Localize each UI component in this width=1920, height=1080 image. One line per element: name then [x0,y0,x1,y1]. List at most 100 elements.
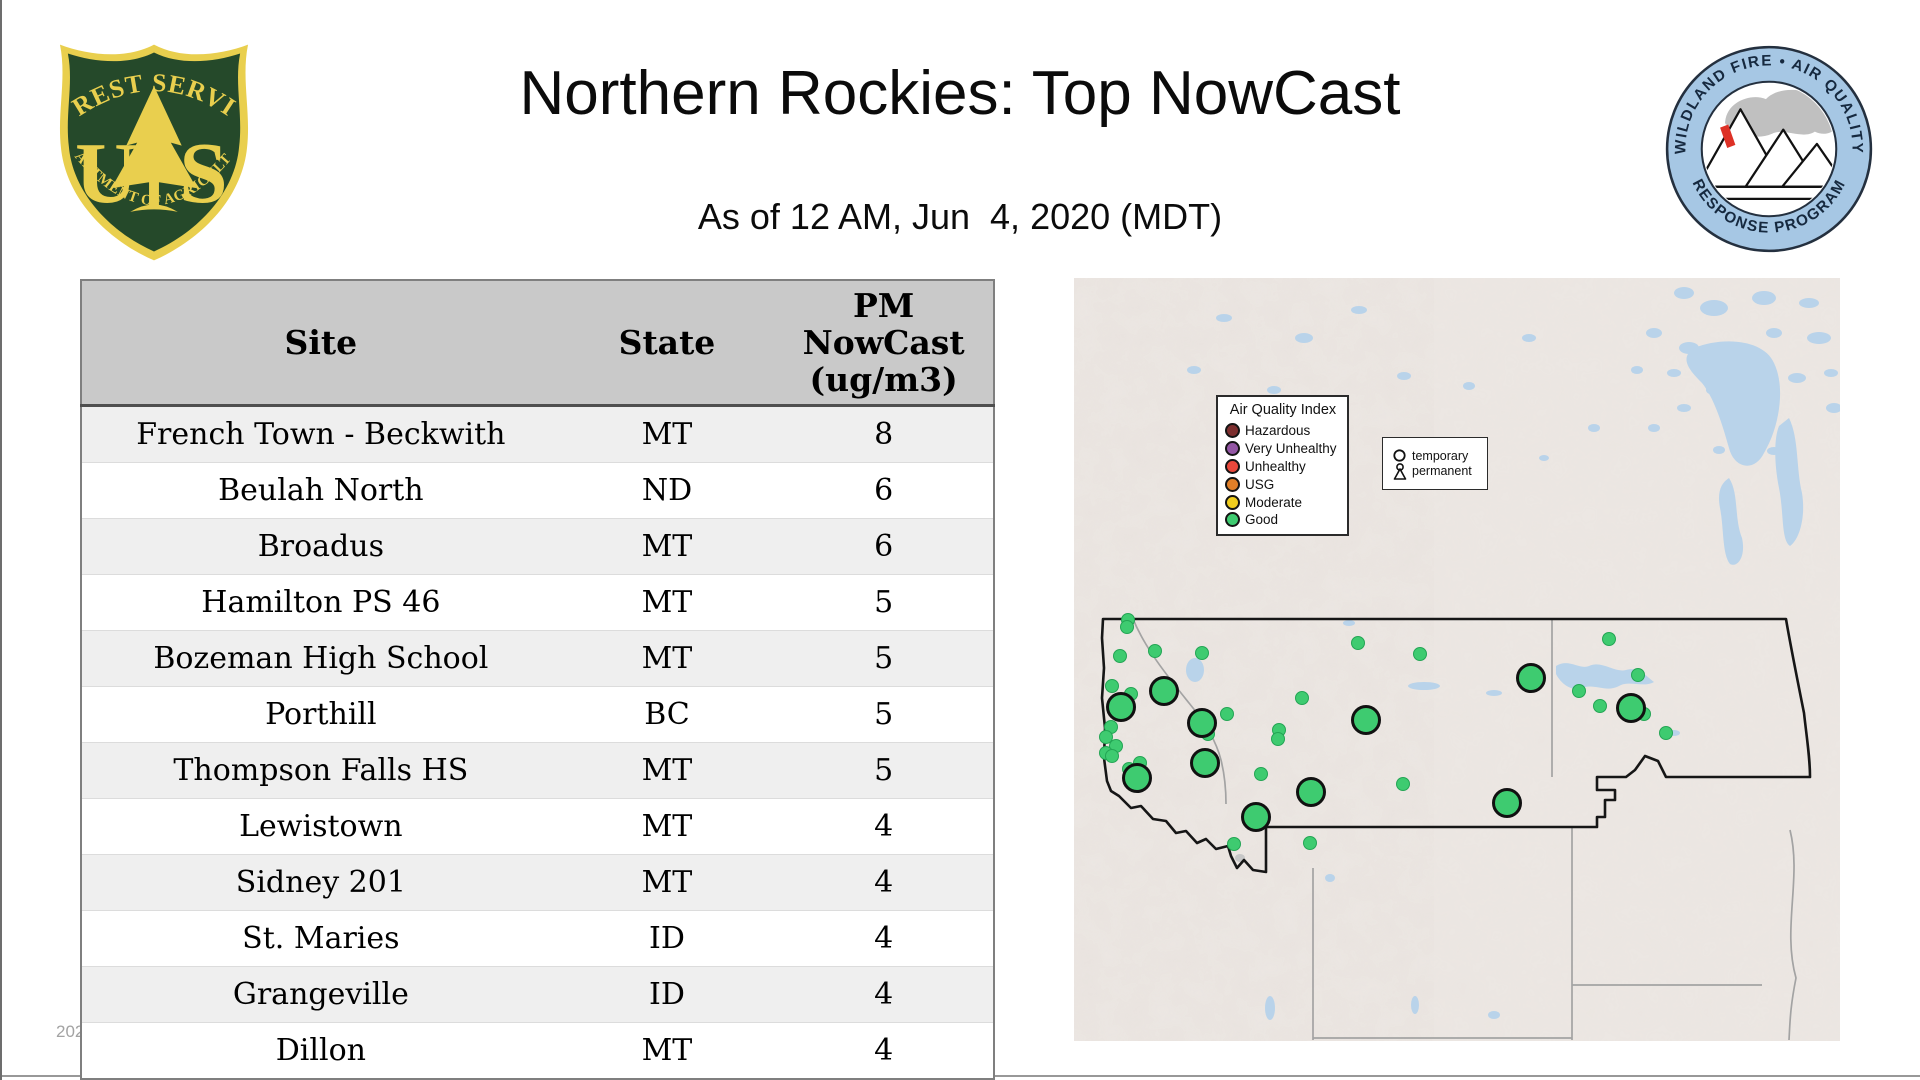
aqi-legend-item: Very Unhealthy [1225,440,1347,458]
monitor-temporary-dot [1414,648,1427,661]
table-row: Hamilton PS 46MT5 [81,575,994,631]
monitor-temporary-dot [1228,838,1241,851]
monitor-permanent-dot [1124,765,1151,792]
cell-pm: 4 [774,855,994,911]
monitor-temporary-dot [1272,733,1285,746]
table-row: Bozeman High SchoolMT5 [81,631,994,687]
aqi-color-dot-icon [1225,477,1240,492]
cell-state: MT [560,631,775,687]
cell-site: Broadus [81,519,560,575]
cell-state: MT [560,743,775,799]
cell-pm: 5 [774,575,994,631]
monitor-map: Air Quality Index Hazardous Very Unhealth… [1074,278,1840,1041]
permanent-marker-icon [1392,463,1408,480]
cell-pm: 4 [774,911,994,967]
monitor-permanent-dot [1243,804,1270,831]
monitor-temporary-dot [1196,647,1209,660]
cell-pm: 5 [774,631,994,687]
column-header-site: Site [81,280,560,406]
table-row: Thompson Falls HSMT5 [81,743,994,799]
slide: FOREST SERVICE U S DEPARTMENT OF AGRICUL… [0,0,1920,1080]
monitor-temporary-dot [1594,700,1607,713]
monitor-permanent-dot [1192,750,1219,777]
monitor-permanent-dot [1518,665,1545,692]
cell-pm: 6 [774,519,994,575]
monitor-temporary-dot [1296,692,1309,705]
aqi-color-dot-icon [1225,459,1240,474]
monitor-temporary-dot [1352,637,1365,650]
table-row: French Town - BeckwithMT8 [81,406,994,463]
monitor-temporary-dot [1255,768,1268,781]
aqi-color-dot-icon [1225,495,1240,510]
page-title: Northern Rockies: Top NowCast [0,58,1920,129]
nowcast-table: Site State PM NowCast (ug/m3) French Tow… [80,279,995,1080]
monitor-temporary-dot [1603,633,1616,646]
cell-state: BC [560,687,775,743]
cell-state: ID [560,911,775,967]
table-header-row: Site State PM NowCast (ug/m3) [81,280,994,406]
permanent-label: permanent [1412,464,1472,479]
monitor-temporary-dot [1106,680,1119,693]
cell-site: Thompson Falls HS [81,743,560,799]
aqi-legend: Air Quality Index Hazardous Very Unhealth… [1216,395,1349,536]
monitor-permanent-dot [1108,694,1135,721]
monitor-temporary-dot [1397,778,1410,791]
table-row: St. MariesID4 [81,911,994,967]
monitor-temporary-dot [1221,708,1234,721]
monitor-permanent-dot [1189,710,1216,737]
cell-state: MT [560,1023,775,1080]
temporary-marker-icon [1392,448,1407,463]
aqi-legend-title: Air Quality Index [1225,402,1341,418]
aqi-legend-item: Hazardous [1225,422,1347,440]
cell-site: Bozeman High School [81,631,560,687]
temporary-label: temporary [1412,449,1472,464]
marker-legend: temporary permanent [1382,437,1488,490]
table-row: DillonMT4 [81,1023,994,1080]
aqi-legend-label: Very Unhealthy [1245,441,1337,456]
monitor-temporary-dot [1100,731,1113,744]
cell-state: MT [560,406,775,463]
cell-site: Porthill [81,687,560,743]
cell-pm: 6 [774,463,994,519]
monitor-temporary-dot [1106,750,1119,763]
monitor-temporary-dot [1121,621,1134,634]
monitor-permanent-dot [1618,695,1645,722]
cell-site: Grangeville [81,967,560,1023]
column-header-pm: PM NowCast (ug/m3) [774,280,994,406]
monitor-temporary-dot [1114,650,1127,663]
column-header-state: State [560,280,775,406]
monitor-temporary-dot [1660,727,1673,740]
cell-state: MT [560,519,775,575]
cell-state: MT [560,575,775,631]
cell-state: ID [560,967,775,1023]
cell-pm: 4 [774,967,994,1023]
aqi-color-dot-icon [1225,423,1240,438]
cell-site: Hamilton PS 46 [81,575,560,631]
aqi-color-dot-icon [1225,441,1240,456]
cell-site: Lewistown [81,799,560,855]
aqi-legend-label: Unhealthy [1245,459,1306,474]
table-row: Beulah NorthND6 [81,463,994,519]
cell-pm: 4 [774,799,994,855]
cell-site: Beulah North [81,463,560,519]
aqi-legend-label: USG [1245,477,1274,492]
cell-pm: 5 [774,687,994,743]
monitor-temporary-dot [1304,837,1317,850]
aqi-legend-item: Moderate [1225,493,1347,511]
table-body: French Town - BeckwithMT8Beulah NorthND6… [81,406,994,1080]
monitor-temporary-dot [1149,645,1162,658]
monitor-temporary-dot [1632,669,1645,682]
monitor-temporary-dot [1573,685,1586,698]
cell-pm: 4 [774,1023,994,1080]
map-relief [1074,278,1434,1041]
monitor-permanent-dot [1298,779,1325,806]
monitor-permanent-dot [1353,707,1380,734]
cell-state: MT [560,799,775,855]
cell-state: MT [560,855,775,911]
aqi-color-dot-icon [1225,512,1240,527]
cell-site: French Town - Beckwith [81,406,560,463]
table-row: LewistownMT4 [81,799,994,855]
map-base [1074,278,1840,1041]
aqi-legend-label: Hazardous [1245,423,1310,438]
cell-pm: 5 [774,743,994,799]
